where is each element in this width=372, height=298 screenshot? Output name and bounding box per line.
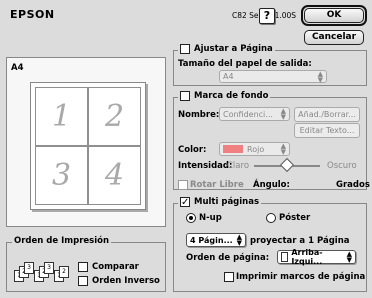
ok-button[interactable]: OK [304, 8, 364, 23]
edit-text-button[interactable]: Editar Texto... [294, 123, 360, 138]
add-delete-button[interactable]: Añad./Borrar... [294, 107, 360, 122]
watermark-name-value: Confidenci... [223, 109, 273, 119]
updown-arrows-icon: ▲ ▼ [346, 250, 352, 264]
page-order-icon [281, 252, 289, 262]
watermark-color-label: Color: [178, 145, 207, 155]
output-paper-value: A4 [223, 72, 234, 81]
pages-per-sheet-value: 4 Págin... [190, 235, 233, 245]
fit-page-header: Ajustar a Página [178, 44, 275, 54]
color-swatch [223, 145, 243, 153]
preview-sheet: 1 2 3 4 [30, 82, 146, 210]
updown-arrows-icon: ▲ ▼ [280, 142, 286, 156]
page-icon-8: 2 [59, 266, 69, 278]
print-order-title: Orden de Impresión [12, 236, 112, 246]
collate-checkbox[interactable] [78, 262, 88, 272]
multipage-header: Multi páginas [178, 197, 262, 207]
output-paper-select[interactable]: A4 ▲ ▼ [219, 70, 327, 83]
preview-page-2: 2 [88, 87, 141, 146]
multipage-checkbox[interactable] [180, 197, 190, 207]
print-order-icon: 1 2 3 1 2 3 1 2 [14, 262, 70, 284]
page-order-select[interactable]: Arriba-Izqui... ▲ ▼ [277, 248, 356, 266]
preview-page-3: 3 [35, 146, 88, 205]
rotate-free-label: Rotar Libre [190, 180, 244, 190]
reverse-order-label: Orden Inverso [92, 276, 160, 286]
watermark-header: Marca de fondo [178, 91, 271, 101]
poster-label: Póster [279, 213, 311, 223]
watermark-name-label: Nombre: [178, 110, 220, 120]
nup-radio[interactable] [186, 213, 196, 223]
page-icon-3: 3 [24, 262, 34, 274]
updown-arrows-icon: ▲ ▼ [280, 107, 286, 121]
watermark-name-select[interactable]: Confidenci... ▲ ▼ [219, 107, 290, 121]
intensity-high-label: Oscuro [327, 161, 357, 171]
cancel-button[interactable]: Cancelar [304, 30, 364, 45]
watermark-checkbox[interactable] [180, 91, 190, 101]
preview-page-4: 4 [88, 146, 141, 205]
paper-size-label: A4 [11, 63, 24, 73]
updown-arrows-icon: ▲ ▼ [317, 69, 323, 84]
rotate-free-checkbox[interactable] [178, 180, 188, 190]
project-to-label: proyectar a 1 Página [250, 236, 350, 246]
watermark-color-value: Rojo [247, 144, 265, 154]
pages-per-sheet-select[interactable]: 4 Págin... ▲ ▼ [186, 233, 246, 247]
poster-radio[interactable] [266, 213, 276, 223]
output-paper-label: Tamaño del papel de salida: [178, 59, 312, 69]
intensity-label: Intensidad: [178, 161, 233, 171]
print-frames-checkbox[interactable] [224, 272, 234, 282]
page-icon-6: 3 [44, 262, 54, 274]
updown-arrows-icon: ▲ ▼ [236, 233, 242, 247]
page-order-label: Orden de página: [186, 253, 270, 263]
collate-label: Comparar [92, 262, 139, 272]
watermark-title: Marca de fondo [194, 91, 269, 101]
preview-page-1: 1 [35, 87, 88, 146]
nup-label: N-up [199, 213, 222, 223]
angle-label: Ángulo: [253, 180, 290, 190]
page-order-value: Arriba-Izqui... [291, 248, 323, 266]
watermark-color-select[interactable]: Rojo ▲ ▼ [219, 142, 290, 156]
intensity-low-label: Claro [227, 161, 250, 171]
degrees-label: Grados [336, 180, 370, 190]
print-frames-label: Imprimir marcos de página [236, 272, 366, 282]
epson-logo: EPSON [10, 8, 55, 21]
reverse-order-checkbox[interactable] [78, 276, 88, 286]
help-button[interactable]: ? [259, 8, 275, 24]
fit-page-checkbox[interactable] [180, 44, 190, 54]
fit-page-title: Ajustar a Página [194, 44, 273, 54]
multipage-title: Multi páginas [194, 197, 260, 207]
